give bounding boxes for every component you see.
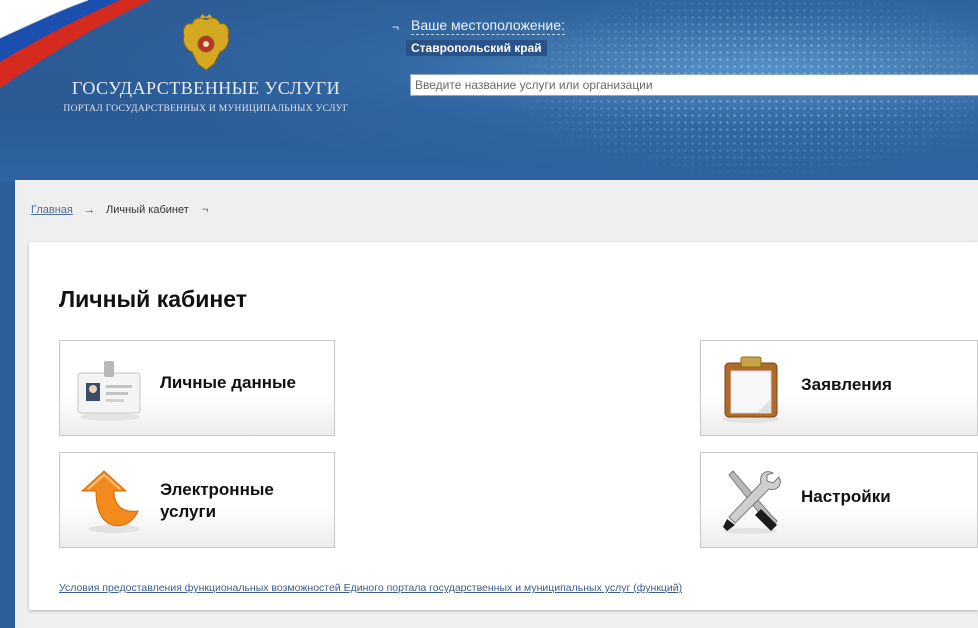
- personal-data-card[interactable]: Личные данные: [59, 340, 335, 436]
- clipboard-icon: [723, 356, 779, 423]
- breadcrumb: Главная → Личный кабинет ¬: [31, 204, 208, 216]
- tools-icon: [723, 470, 781, 534]
- location-value[interactable]: Ставропольский край: [406, 40, 547, 56]
- e-services-label: Электронные услуги: [160, 480, 274, 521]
- page-content: Главная → Личный кабинет ¬ Личный кабине…: [15, 180, 978, 628]
- personal-data-label: Личные данные: [160, 373, 296, 392]
- breadcrumb-current: Личный кабинет: [106, 204, 189, 216]
- page-title: Личный кабинет: [59, 286, 247, 312]
- location-arrow-icon: ¬: [392, 20, 400, 34]
- terms-link[interactable]: Условия предоставления функциональных во…: [59, 582, 682, 594]
- e-services-card[interactable]: Электронные услуги: [59, 452, 335, 548]
- breadcrumb-arrow-icon: →: [83, 204, 95, 216]
- settings-card[interactable]: Настройки: [700, 452, 978, 548]
- location-link[interactable]: Ваше местоположение:: [411, 17, 565, 35]
- site-header: ГОСУДАРСТВЕННЫЕ УСЛУГИ ПОРТАЛ ГОСУДАРСТВ…: [0, 0, 978, 182]
- portal-title: ГОСУДАРСТВЕННЫЕ УСЛУГИ: [71, 78, 341, 98]
- search-input[interactable]: [410, 74, 978, 96]
- orange-arrow-icon: [80, 470, 140, 533]
- applications-card[interactable]: Заявления: [700, 340, 978, 436]
- breadcrumb-tail-icon: ¬: [201, 204, 209, 216]
- breadcrumb-home-link[interactable]: Главная: [31, 204, 73, 216]
- settings-label: Настройки: [801, 487, 891, 506]
- coat-of-arms-icon: [183, 14, 229, 71]
- cabinet-panel: Личный кабинет Личные данные Электронные…: [29, 242, 978, 610]
- portal-subtitle: ПОРТАЛ ГОСУДАРСТВЕННЫХ И МУНИЦИПАЛЬНЫХ У…: [63, 104, 349, 114]
- id-card-icon: [77, 361, 141, 421]
- applications-label: Заявления: [801, 375, 892, 394]
